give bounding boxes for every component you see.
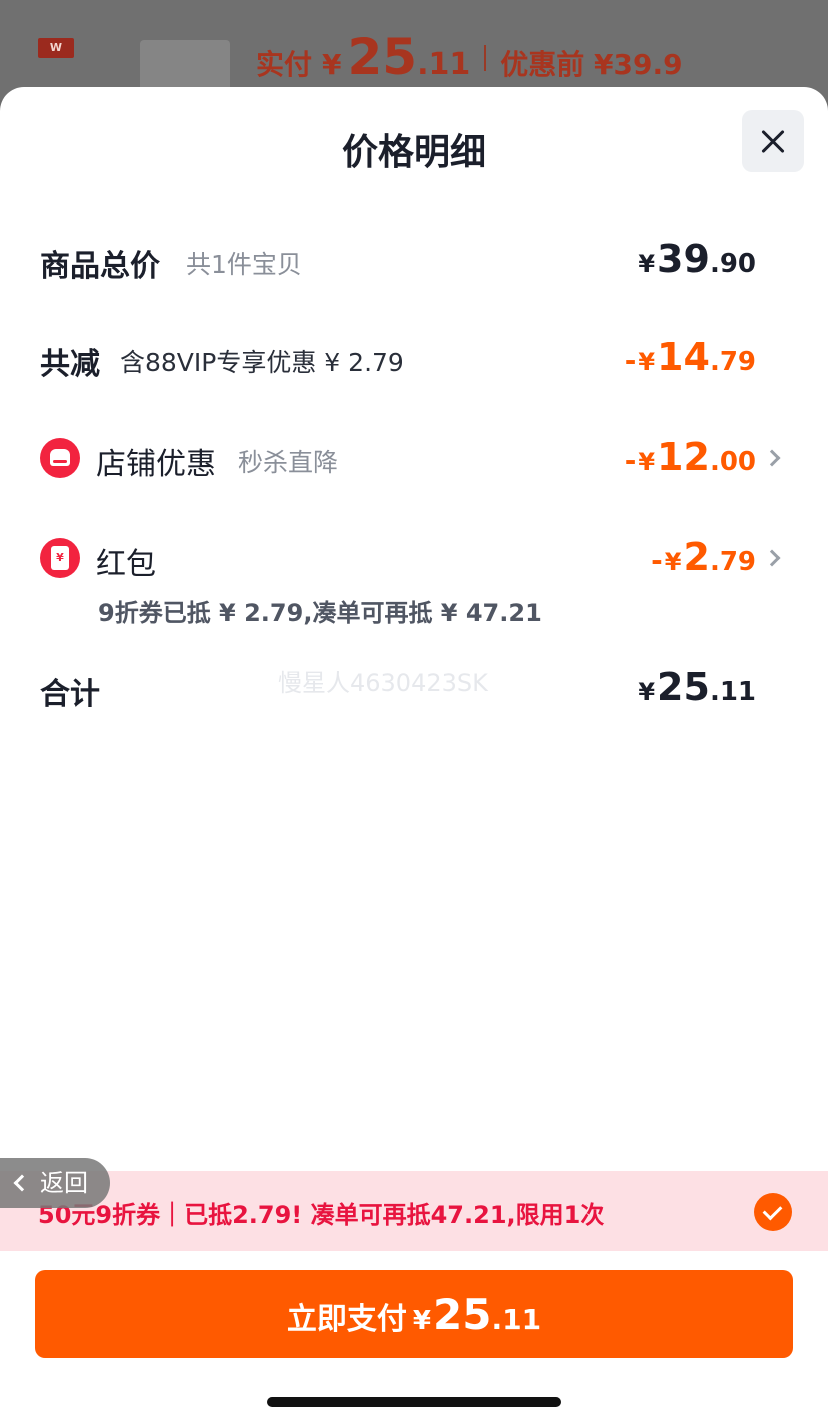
- total-row: 合计 ¥ 25 .11: [0, 665, 828, 715]
- total-currency: ¥: [638, 678, 656, 706]
- total-amount-decimal: .11: [709, 677, 756, 707]
- red-packet-row[interactable]: ¥ 红包 - ¥ 2 .79: [0, 535, 828, 585]
- pay-now-label: 立即支付: [286, 1302, 407, 1337]
- payment-summary: 实付 ¥ 25 .11 优惠前 ¥39.9: [256, 28, 683, 88]
- price-detail-sheet: 价格明细 商品总价 共1件宝贝 ¥ 39 .90 共减 含88VIP专享优惠 ¥…: [0, 87, 828, 1422]
- summary-divider: [484, 45, 487, 71]
- discount-total-currency: ¥: [638, 348, 656, 376]
- shop-discount-currency: ¥: [638, 448, 656, 476]
- shop-discount-amount: - ¥ 12 .00: [625, 435, 756, 479]
- paid-currency: ¥: [322, 48, 342, 81]
- shop-discount-sign: -: [624, 444, 637, 477]
- vip-discount-note: 含88VIP专享优惠 ¥ 2.79: [120, 348, 404, 377]
- discount-total-amount-decimal: .79: [709, 347, 756, 377]
- subtotal-row: 商品总价 共1件宝贝 ¥ 39 .90: [0, 237, 828, 287]
- shop-icon: [40, 438, 80, 478]
- total-amount: ¥ 25 .11: [638, 665, 756, 709]
- coupon-text: 50元9折券｜已抵2.79! 凑单可再抵47.21,限用1次: [38, 1201, 605, 1229]
- total-label: 合计: [40, 677, 100, 712]
- subtotal-label: 商品总价: [40, 249, 160, 284]
- subtotal-item-count: 共1件宝贝: [186, 250, 302, 279]
- coupon-banner[interactable]: 50元9折券｜已抵2.79! 凑单可再抵47.21,限用1次: [0, 1171, 828, 1251]
- discount-total-label: 共减: [40, 347, 100, 382]
- check-circle-icon[interactable]: [754, 1193, 792, 1231]
- chevron-right-icon[interactable]: [763, 549, 781, 567]
- shop-discount-type: 秒杀直降: [238, 448, 339, 477]
- paid-label: 实付: [256, 48, 313, 81]
- sheet-title: 价格明细: [341, 132, 486, 173]
- shop-discount-amount-decimal: .00: [709, 447, 756, 477]
- red-packet-amount-decimal: .79: [709, 547, 756, 577]
- shop-discount-label: 店铺优惠: [96, 447, 216, 482]
- discount-total-row: 共减 含88VIP专享优惠 ¥ 2.79 - ¥ 14 .79: [0, 335, 828, 385]
- chevron-left-icon: [13, 1174, 31, 1192]
- red-packet-amount: - ¥ 2 .79: [651, 535, 756, 579]
- pay-now-currency: ¥: [412, 1306, 432, 1336]
- red-envelope-icon: ¥: [40, 538, 80, 578]
- red-packet-label: 红包: [96, 547, 156, 582]
- brand-logo: W: [38, 38, 74, 58]
- discount-total-amount: - ¥ 14 .79: [625, 335, 756, 379]
- paid-amount-integer: 25: [347, 28, 418, 86]
- pay-now-amount-integer: 25: [433, 1290, 492, 1339]
- subtotal-amount-decimal: .90: [709, 249, 756, 279]
- discount-total-amount-integer: 14: [657, 335, 710, 379]
- shop-discount-row[interactable]: 店铺优惠 秒杀直降 - ¥ 12 .00: [0, 435, 828, 485]
- pay-now-amount-decimal: .11: [491, 1303, 542, 1336]
- original-price: 优惠前 ¥39.9: [500, 48, 683, 81]
- red-envelope-glyph: ¥: [51, 546, 69, 570]
- red-packet-sign: -: [651, 544, 663, 577]
- subtotal-currency: ¥: [638, 250, 656, 278]
- pay-now-button[interactable]: 立即支付 ¥ 25 .11: [35, 1270, 793, 1358]
- total-amount-integer: 25: [657, 665, 710, 709]
- shop-icon-glyph: [50, 449, 70, 466]
- home-indicator[interactable]: [267, 1397, 561, 1407]
- discount-total-sign: -: [624, 344, 637, 377]
- close-icon[interactable]: [742, 110, 804, 172]
- red-packet-currency: ¥: [664, 548, 682, 576]
- chevron-right-icon[interactable]: [763, 449, 781, 467]
- shop-discount-amount-integer: 12: [657, 435, 710, 479]
- paid-amount-decimal: .11: [417, 47, 471, 82]
- subtotal-amount-integer: 39: [657, 237, 710, 281]
- red-packet-note: 9折券已抵 ¥ 2.79,凑单可再抵 ¥ 47.21: [98, 599, 542, 627]
- back-button-label: 返回: [40, 1169, 88, 1197]
- subtotal-amount: ¥ 39 .90: [638, 237, 756, 281]
- back-button[interactable]: 返回: [0, 1158, 110, 1208]
- red-packet-amount-integer: 2: [683, 535, 710, 579]
- background-page-header: W 实付 ¥ 25 .11 优惠前 ¥39.9: [0, 0, 828, 124]
